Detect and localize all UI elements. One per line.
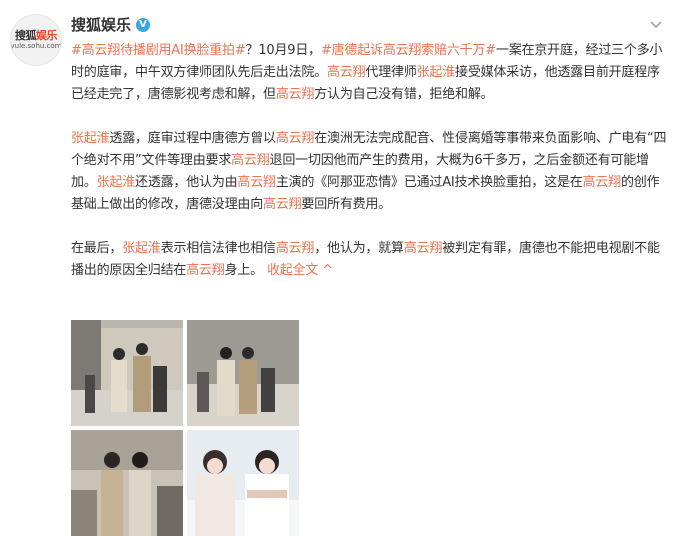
keyword-link[interactable]: 张起淮 — [122, 241, 161, 256]
keyword-link[interactable]: 张起淮 — [417, 65, 456, 80]
chevron-up-icon[interactable]: ^ — [318, 263, 333, 278]
keyword-link[interactable]: 高云翔 — [583, 175, 622, 190]
post-body: #高云翔待播剧用AI换脸重拍#？10月9日，#唐德起诉高云翔索赔六千万#一案在京… — [71, 40, 671, 282]
post-text: 主演的《阿那亚恋情》已通过AI技术换脸重拍，这是在 — [275, 175, 583, 190]
account-name-label[interactable]: 搜狐娱乐 — [71, 14, 131, 35]
hashtag-link[interactable]: #高云翔待播剧用AI换脸重拍# — [71, 43, 246, 58]
keyword-link[interactable]: 高云翔 — [263, 197, 302, 212]
post-text: 表示相信法律也相信 — [160, 241, 276, 256]
avatar-logo-url: yule.sohu.com — [10, 42, 62, 50]
keyword-link[interactable]: 高云翔 — [404, 241, 443, 256]
keyword-link[interactable]: 高云翔 — [327, 65, 366, 80]
avatar-logo-text: 搜狐娱乐 — [15, 29, 58, 42]
post-text: 还透露，他认为由 — [135, 175, 238, 190]
keyword-link[interactable]: 高云翔 — [276, 241, 315, 256]
post-paragraph-1: #高云翔待播剧用AI换脸重拍#？10月9日，#唐德起诉高云翔索赔六千万#一案在京… — [71, 40, 671, 106]
photo-thumbnail-4[interactable] — [187, 430, 299, 536]
avatar[interactable]: 搜狐娱乐 yule.sohu.com — [10, 14, 62, 66]
keyword-link[interactable]: 高云翔 — [231, 153, 270, 168]
verified-icon: V — [136, 17, 151, 32]
post-text: 身上。 — [224, 263, 267, 278]
post-paragraph-2: 张起淮透露，庭审过程中唐德方曾以高云翔在澳洲无法完成配音、性侵离婚等事带来负面影… — [71, 128, 671, 216]
keyword-link[interactable]: 高云翔 — [276, 87, 315, 102]
account-name[interactable]: 搜狐娱乐 V — [71, 14, 151, 35]
keyword-link[interactable]: 高云翔 — [276, 131, 315, 146]
post-text: 透露，庭审过程中唐德方曾以 — [109, 131, 276, 146]
post-paragraph-3: 在最后，张起淮表示相信法律也相信高云翔，他认为，就算高云翔被判定有罪，唐德也不能… — [71, 238, 671, 282]
post-text: 在最后， — [71, 241, 123, 256]
keyword-link[interactable]: 张起淮 — [97, 175, 136, 190]
photo-grid — [71, 320, 299, 536]
collapse-text-link[interactable]: 收起全文 — [267, 263, 318, 278]
photo-thumbnail-3[interactable] — [71, 430, 183, 536]
hashtag-link[interactable]: #唐德起诉高云翔索赔六千万# — [321, 43, 496, 58]
post-text: ，他认为，就算 — [314, 241, 404, 256]
post-text: 要回所有费用。 — [301, 197, 392, 212]
keyword-link[interactable]: 高云翔 — [186, 263, 225, 278]
post-text: 代理律师 — [365, 65, 417, 80]
post-text: ？10月9日， — [245, 43, 322, 58]
keyword-link[interactable]: 高云翔 — [237, 175, 276, 190]
photo-thumbnail-1[interactable] — [71, 320, 183, 426]
post-text: 方认为自己没有错，拒绝和解。 — [314, 87, 494, 102]
photo-thumbnail-2[interactable] — [187, 320, 299, 426]
chevron-down-icon[interactable] — [649, 16, 663, 30]
keyword-link[interactable]: 张起淮 — [71, 131, 110, 146]
